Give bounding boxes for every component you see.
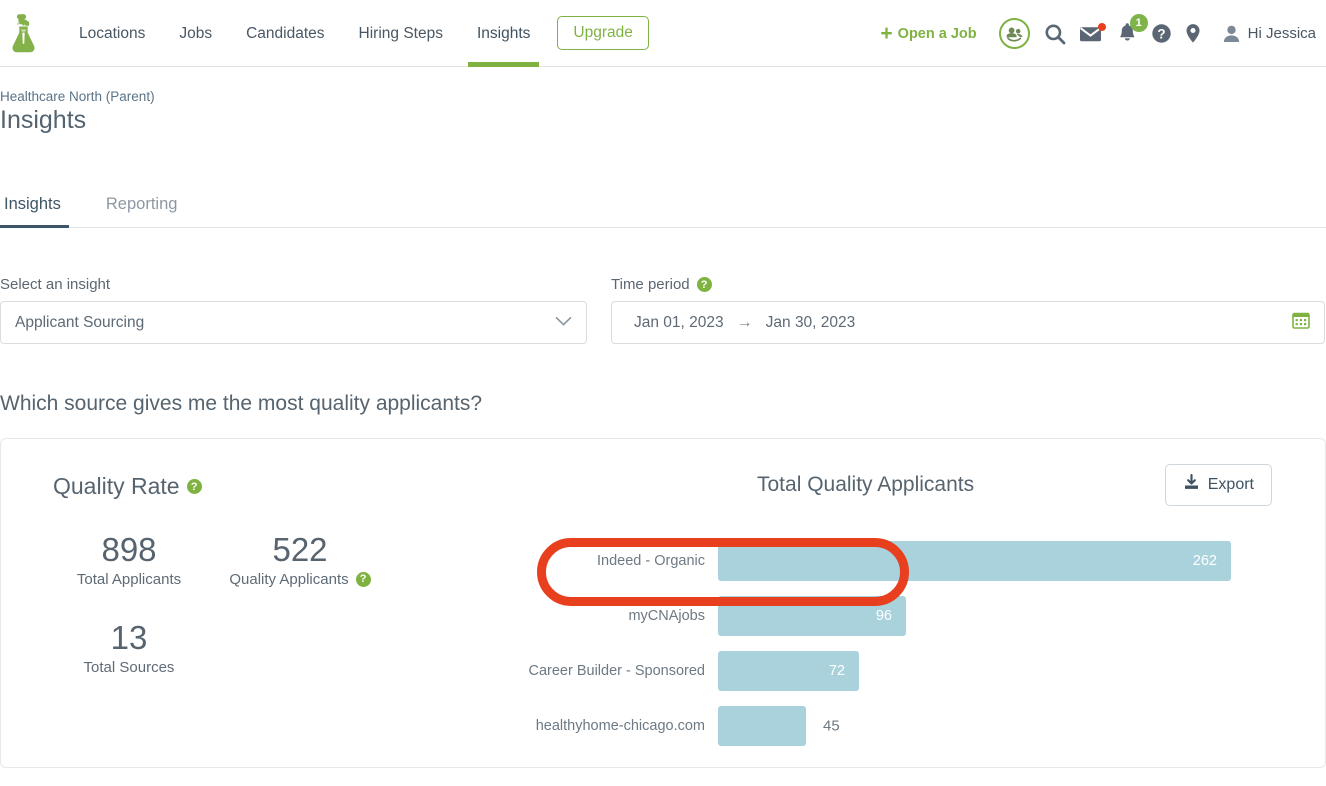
stat-row-primary: 898 Total Applicants 522 Quality Applica… (53, 531, 521, 588)
bar-row: myCNAjobs 96 (521, 596, 1295, 636)
page-header: Healthcare North (Parent) Insights Insig… (0, 67, 1326, 228)
time-period-filter-label: Time period ? (611, 276, 1325, 293)
section-tabs: Insights Reporting (0, 185, 1326, 228)
date-range-arrow-icon: → (736, 313, 753, 331)
insight-label-text: Select an insight (0, 276, 111, 293)
people-circle-icon[interactable] (998, 18, 1030, 49)
nav-link-jobs[interactable]: Jobs (162, 0, 229, 67)
bar[interactable] (718, 706, 806, 746)
bar-category-label: healthyhome-chicago.com (535, 718, 705, 734)
help-circle-icon[interactable]: ? (355, 571, 371, 587)
help-circle-icon[interactable]: ? (186, 479, 202, 494)
page-title: Insights (0, 106, 87, 134)
user-menu[interactable]: Hi Jessica (1223, 25, 1316, 43)
notification-count-badge: 1 (1129, 13, 1148, 32)
stat-total-applicants: 898 Total Applicants (53, 531, 205, 588)
stat-quality-applicants-value: 522 (272, 531, 328, 568)
bar-category-label: Indeed - Organic (596, 553, 705, 569)
stat-total-sources-label: Total Sources (53, 659, 205, 676)
primary-nav-links: Locations Jobs Candidates Hiring Steps I… (62, 0, 649, 67)
bar-track: 262 (718, 541, 1295, 581)
flask-logo-icon[interactable] (2, 11, 44, 55)
bar-value-label: 262 (1192, 553, 1217, 569)
chart-title: Total Quality Applicants (757, 473, 975, 496)
nav-right-actions: + Open a Job 1 ? Hi Jessica (880, 0, 1320, 67)
quality-rate-card: Quality Rate ? 898 Total Applicants 522 … (0, 438, 1326, 768)
nav-link-insights[interactable]: Insights (460, 0, 547, 67)
breadcrumb[interactable]: Healthcare North (Parent) (0, 89, 1326, 104)
bar-value-label: 72 (828, 663, 845, 679)
help-circle-icon[interactable]: ? (696, 277, 712, 292)
top-navigation-bar: Locations Jobs Candidates Hiring Steps I… (0, 0, 1326, 67)
stat-total-sources-value: 13 (110, 618, 148, 656)
calendar-icon[interactable] (1292, 311, 1310, 334)
date-range-text: Jan 01, 2023 → Jan 30, 2023 (634, 314, 855, 332)
tab-reporting[interactable]: Reporting (102, 185, 182, 227)
bar-track: 72 (718, 651, 1295, 691)
bar[interactable]: 262 (718, 541, 1231, 581)
date-range-input[interactable]: Jan 01, 2023 → Jan 30, 2023 (611, 301, 1325, 344)
tab-insights[interactable]: Insights (0, 185, 69, 228)
bar[interactable]: 96 (718, 596, 906, 636)
time-period-filter-group: Time period ? Jan 01, 2023 → Jan 30, 202… (611, 276, 1325, 344)
bell-icon[interactable]: 1 (1117, 13, 1148, 45)
location-pin-icon[interactable] (1185, 23, 1201, 44)
bar-track: 45 (718, 706, 1295, 746)
stat-quality-applicants-label-text: Quality Applicants (229, 570, 349, 588)
stat-total-sources: 13 Total Sources (53, 618, 205, 676)
bar-row: Career Builder - Sponsored 72 (521, 651, 1295, 691)
stat-total-applicants-label-text: Total Applicants (76, 570, 182, 588)
date-range-end: Jan 30, 2023 (765, 313, 856, 331)
upgrade-button[interactable]: Upgrade (557, 16, 649, 50)
help-icon[interactable]: ? (1151, 23, 1172, 44)
filter-bar: Select an insight Applicant Sourcing Tim… (0, 228, 1326, 344)
insight-select[interactable]: Applicant Sourcing (0, 301, 587, 344)
quality-rate-stats: Quality Rate ? 898 Total Applicants 522 … (1, 473, 521, 767)
bar-category-label: myCNAjobs (628, 608, 705, 624)
bar-row: Indeed - Organic 262 (521, 541, 1295, 581)
user-greeting-label: Hi Jessica (1247, 25, 1316, 42)
open-a-job-button[interactable]: + Open a Job (880, 23, 976, 44)
person-icon (1223, 25, 1239, 42)
plus-icon: + (880, 22, 893, 45)
bar[interactable]: 72 (718, 651, 859, 691)
insight-question-heading: Which source gives me the most quality a… (0, 344, 1326, 438)
nav-link-hiring-steps[interactable]: Hiring Steps (342, 0, 460, 67)
bar-value-label: 96 (875, 608, 892, 624)
bar-chart-bars: Indeed - Organic 262 myCNAjobs 96 Career Bui… (521, 541, 1295, 746)
nav-link-locations[interactable]: Locations (62, 0, 162, 67)
bar-row: healthyhome-chicago.com 45 (521, 706, 1295, 746)
mail-unread-dot (1097, 23, 1106, 31)
bar-value-label: 45 (823, 717, 840, 735)
stat-row-secondary: 13 Total Sources (53, 618, 521, 676)
export-label: Export (1207, 476, 1254, 493)
search-icon[interactable] (1044, 23, 1066, 45)
download-icon (1183, 473, 1200, 496)
svg-text:?: ? (1157, 26, 1165, 41)
stat-quality-applicants-label: Quality Applicants ? (205, 571, 395, 588)
stat-total-applicants-label: Total Applicants (53, 571, 205, 588)
open-a-job-label: Open a Job (897, 25, 977, 42)
stat-total-applicants-value: 898 (101, 531, 157, 568)
export-button[interactable]: Export (1164, 464, 1272, 506)
nav-link-candidates[interactable]: Candidates (229, 0, 341, 67)
mail-icon[interactable] (1079, 23, 1106, 43)
chevron-down-icon (555, 315, 572, 330)
stat-quality-applicants: 522 Quality Applicants ? (205, 531, 395, 588)
insight-filter-group: Select an insight Applicant Sourcing (0, 276, 587, 344)
insight-select-value: Applicant Sourcing (15, 313, 145, 331)
quality-rate-title-text: Quality Rate (53, 473, 180, 499)
insight-filter-label: Select an insight (0, 276, 587, 293)
total-quality-applicants-chart: Total Quality Applicants Export Indeed -… (521, 464, 1325, 767)
quality-rate-title: Quality Rate ? (53, 473, 521, 500)
time-period-label-text: Time period (611, 276, 690, 293)
date-range-start: Jan 01, 2023 (634, 313, 724, 331)
bar-category-label: Career Builder - Sponsored (528, 663, 705, 679)
bar-track: 96 (718, 596, 1295, 636)
stat-total-sources-label-text: Total Sources (83, 658, 175, 676)
